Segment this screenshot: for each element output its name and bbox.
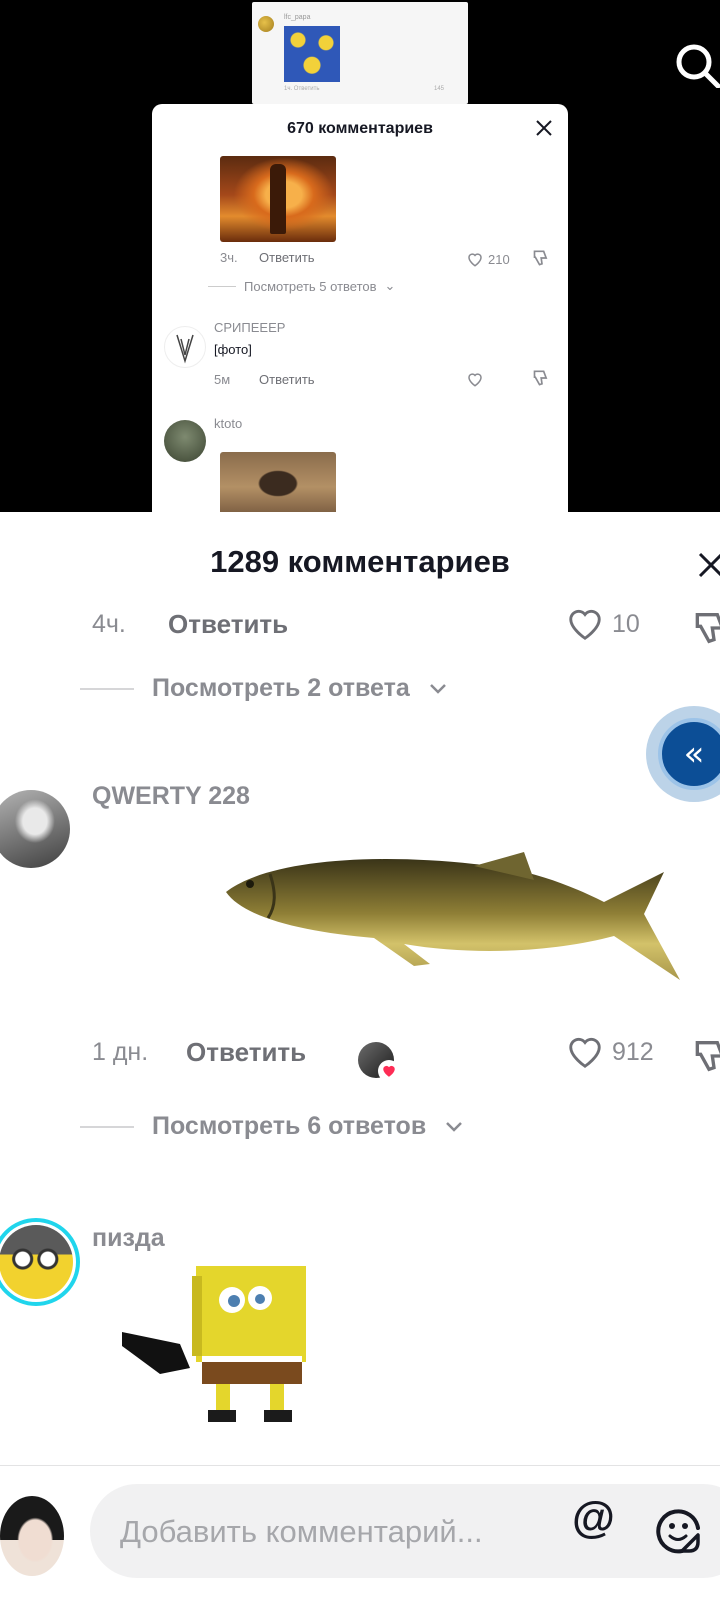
emoji-icon[interactable] [654, 1506, 704, 1556]
comment-sticker-image [122, 1266, 306, 1422]
chevron-down-icon [446, 1121, 463, 1132]
comment-sticker-image [226, 852, 680, 980]
like-button[interactable]: 10 [566, 606, 640, 642]
like-group: 210 [466, 250, 510, 268]
comment-input-placeholder: Добавить комментарий... [120, 1514, 483, 1549]
close-icon [536, 120, 552, 136]
mini-meta: 1ч. Ответить [284, 86, 320, 92]
heart-icon [569, 609, 601, 640]
comment-time: 5м [214, 372, 231, 387]
comment-photo [220, 156, 336, 242]
like-count: 912 [612, 1037, 654, 1066]
view-replies-button[interactable]: Посмотреть 6 ответов [80, 1112, 464, 1141]
creator-liked-badge [358, 1042, 400, 1082]
like-button[interactable]: 912 [566, 1034, 654, 1070]
reply-link: Ответить [259, 250, 315, 265]
avatar [164, 326, 206, 368]
heart-icon [468, 373, 482, 387]
heart-icon [569, 1037, 601, 1068]
comment-time: 1 дн. [92, 1038, 149, 1066]
reply-button[interactable]: Ответить [168, 609, 288, 640]
mini-avatar [258, 16, 274, 32]
comment-text: [фото] [214, 342, 252, 357]
comment-time: 4ч. [92, 610, 126, 638]
background-sheet-title: 670 комментариев [287, 120, 433, 137]
chevron-down-icon [429, 683, 446, 694]
double-chevron-left-icon: « [658, 718, 720, 790]
comment-photo [220, 452, 336, 512]
reply-link: Ответить [259, 372, 315, 387]
view-replies-button[interactable]: Посмотреть 2 ответа [80, 674, 448, 703]
comment-author: СРИПЕЕЕР [214, 320, 286, 335]
comment-input[interactable]: Добавить комментарий... [90, 1484, 720, 1578]
dislike-icon [533, 370, 548, 386]
dislike-icon[interactable] [694, 1036, 720, 1076]
search-icon[interactable] [674, 42, 720, 88]
mini-screenshot: lfc_papa 1ч. Ответить 145 [252, 2, 468, 104]
avatar-with-story-ring[interactable] [0, 1218, 80, 1306]
comment-author[interactable]: QWERTY 228 [92, 782, 250, 811]
mini-likes: 145 [433, 86, 444, 92]
comment-composer: Добавить комментарий... @ [0, 1465, 720, 1616]
my-avatar [0, 1496, 64, 1576]
dislike-icon[interactable] [694, 608, 720, 648]
mini-author: lfc_papa [284, 14, 311, 21]
like-count: 10 [612, 609, 640, 638]
avatar [164, 420, 206, 462]
mention-icon[interactable]: @ [572, 1496, 615, 1540]
close-icon[interactable] [696, 550, 720, 580]
dislike-icon [533, 250, 548, 266]
comment-author: ktoto [214, 416, 243, 431]
mini-image [284, 26, 340, 82]
comment-sheet: 1289 комментариев 4ч. Ответить 10 Посмот… [0, 512, 720, 1616]
view-replies: Посмотреть 5 ответов ⌄ [208, 278, 395, 294]
sheet-title: 1289 комментариев [210, 544, 510, 579]
reply-button[interactable]: Ответить [186, 1037, 306, 1068]
heart-icon [378, 1060, 400, 1082]
avatar[interactable] [0, 790, 70, 868]
background-video-area: lfc_papa 1ч. Ответить 145 670 комментари… [0, 0, 720, 512]
background-comment-sheet: 670 комментариев 3ч. Ответить 210 Посмот… [152, 104, 568, 512]
heart-icon [468, 253, 482, 267]
comment-time: 3ч. [220, 250, 238, 265]
floating-shortcut-button[interactable]: « [646, 706, 720, 802]
like-count: 210 [488, 251, 510, 267]
